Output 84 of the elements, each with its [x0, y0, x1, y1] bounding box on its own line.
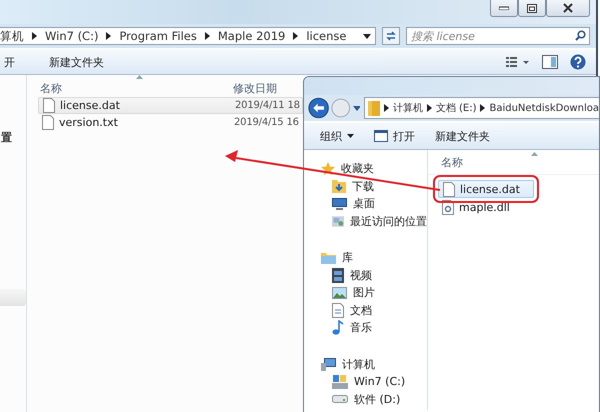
- search-icon: [575, 30, 586, 41]
- address-bar[interactable]: 算机 Win7 (C:) Program Files Maple 2019 license: [0, 27, 376, 45]
- download-folder-icon: [332, 179, 346, 194]
- column-header[interactable]: 名称: [40, 80, 233, 96]
- sidebar-item[interactable]: 文档: [304, 302, 427, 319]
- file-name: maple.dll: [459, 200, 510, 214]
- file-row[interactable]: maple.dll: [438, 198, 534, 216]
- sidebar-item[interactable]: 库: [304, 249, 427, 266]
- video-icon: [332, 268, 344, 283]
- star-icon: [321, 162, 335, 176]
- address-bar[interactable]: 计算机 文档 (E:) BaiduNetdiskDownloa: [364, 97, 599, 119]
- drive-icon: [332, 395, 348, 404]
- sidebar-item[interactable]: 音乐: [304, 319, 427, 336]
- help-icon[interactable]: [570, 54, 586, 70]
- sidebar-item[interactable]: 计算机: [304, 356, 427, 373]
- breadcrumb-item[interactable]: license: [306, 29, 346, 43]
- document-icon: [332, 302, 344, 318]
- file-row[interactable]: license.dat 2019/4/11 18: [38, 97, 303, 114]
- folder-icon: [321, 252, 336, 264]
- breadcrumb-arrow-icon: [106, 32, 112, 40]
- caret-icon: [347, 134, 354, 138]
- file-name: license.dat: [60, 99, 121, 112]
- file-name: license.dat: [460, 182, 520, 196]
- minimize-button[interactable]: [490, 0, 518, 17]
- file-icon: [443, 182, 455, 196]
- back-button[interactable]: [308, 96, 330, 120]
- sort-arrow-icon: [531, 152, 538, 156]
- scrollbar-thumb[interactable]: [0, 289, 26, 306]
- view-options-icon[interactable]: [506, 56, 530, 68]
- window-icon: [374, 130, 388, 142]
- breadcrumb-item[interactable]: Program Files: [119, 29, 197, 43]
- breadcrumb-item[interactable]: Maple 2019: [218, 29, 286, 43]
- sidebar-item[interactable]: Win7 (C:): [304, 373, 427, 390]
- toolbar-button[interactable]: 组织: [316, 126, 358, 146]
- maximize-button[interactable]: [518, 0, 546, 17]
- close-icon: [563, 3, 573, 13]
- toolbar-button[interactable]: 新建文件夹: [431, 126, 494, 146]
- sidebar-item[interactable]: 收藏夹: [304, 160, 427, 178]
- modified-date: 2019/4/11 18: [235, 100, 300, 111]
- file-icon: [42, 115, 54, 130]
- sidebar-item[interactable]: 置: [1, 130, 12, 145]
- preview-pane-icon[interactable]: [542, 55, 558, 69]
- desktop-icon: [332, 198, 347, 210]
- picture-icon: [332, 286, 347, 299]
- sidebar-item[interactable]: 下载: [304, 178, 427, 195]
- refresh-icon: [385, 30, 397, 42]
- search-field[interactable]: 搜索 license: [406, 27, 590, 45]
- column-header[interactable]: 修改日期: [233, 80, 277, 96]
- toolbar-button[interactable]: 新建文件夹: [45, 52, 108, 72]
- history-caret-icon[interactable]: [352, 106, 360, 110]
- drive-icon: [332, 374, 348, 389]
- sidebar-item[interactable]: 图片: [304, 284, 427, 302]
- breadcrumb-item[interactable]: 文档 (E:): [436, 101, 476, 115]
- dropdown-caret-icon[interactable]: [363, 34, 371, 38]
- sidebar-item[interactable]: 最近访问的位置: [304, 212, 427, 230]
- column-header[interactable]: 名称: [441, 154, 463, 170]
- minimize-icon: [499, 6, 509, 10]
- refresh-button[interactable]: [382, 27, 400, 45]
- sidebar-item[interactable]: 桌面: [304, 195, 427, 212]
- sidebar-item[interactable]: 软件 (D:): [304, 390, 427, 408]
- music-note-icon: [332, 320, 344, 336]
- breadcrumb-arrow-icon: [32, 32, 37, 40]
- maximize-icon: [527, 4, 537, 12]
- breadcrumb-arrow-icon: [480, 104, 486, 112]
- breadcrumb-item[interactable]: 算机: [0, 28, 24, 44]
- file-icon: [43, 98, 55, 113]
- breadcrumb-item[interactable]: 计算机: [392, 101, 423, 115]
- close-button[interactable]: [546, 0, 590, 17]
- file-name: version.txt: [59, 116, 119, 129]
- breadcrumb-item[interactable]: BaiduNetdiskDownloa: [489, 102, 599, 114]
- recent-places-icon: [332, 214, 344, 228]
- computer-icon: [321, 358, 336, 371]
- file-row[interactable]: version.txt 2019/4/15 16: [38, 114, 301, 131]
- sidebar-item[interactable]: 视频: [304, 266, 427, 284]
- folder-icon: [368, 100, 380, 116]
- toolbar-button[interactable]: 开: [0, 52, 19, 72]
- breadcrumb-arrow-icon: [204, 32, 210, 40]
- breadcrumb-item[interactable]: Win7 (C:): [45, 29, 98, 43]
- breadcrumb-arrow-icon: [426, 104, 432, 112]
- breadcrumb-arrow-icon: [293, 32, 298, 40]
- sort-arrow-icon: [136, 75, 143, 79]
- breadcrumb-arrow-icon: [384, 104, 389, 112]
- modified-date: 2019/4/15 16: [234, 117, 299, 128]
- toolbar-button[interactable]: 打开: [370, 126, 419, 146]
